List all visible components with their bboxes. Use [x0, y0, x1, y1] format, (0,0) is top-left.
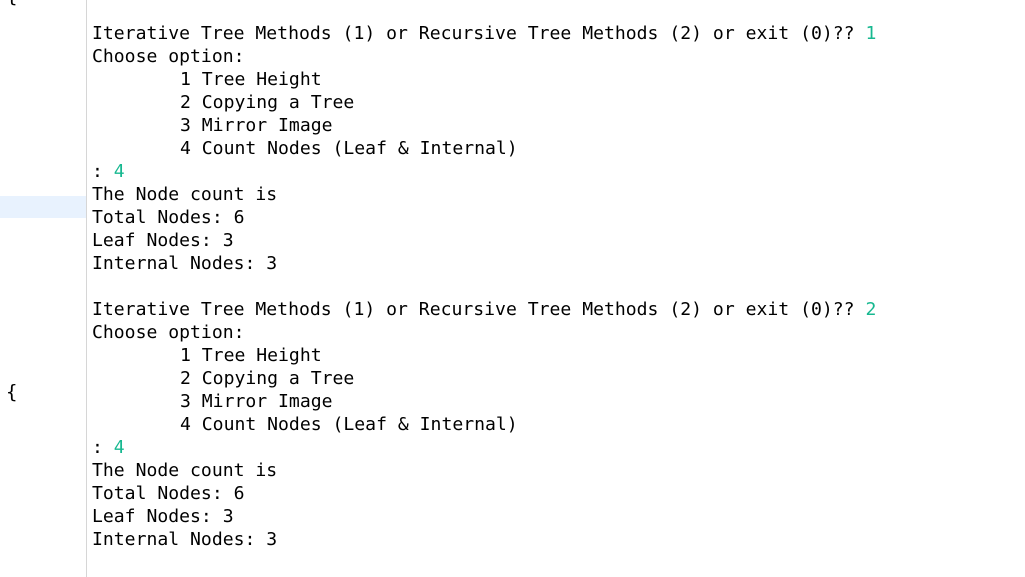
- result-line: Total Nodes: 6: [92, 483, 245, 504]
- user-input: 2: [865, 299, 877, 320]
- console-prompt-line: Iterative Tree Methods (1) or Recursive …: [92, 298, 1012, 321]
- result-line: Internal Nodes: 3: [92, 529, 278, 550]
- menu-option: 4 Count Nodes (Leaf & Internal): [180, 138, 518, 159]
- user-input: 4: [113, 161, 125, 182]
- prompt-text: Iterative Tree Methods (1) or Recursive …: [92, 23, 866, 44]
- menu-option: 4 Count Nodes (Leaf & Internal): [180, 414, 518, 435]
- code-brace-top: {: [6, 0, 17, 8]
- result-line: Total Nodes: 6: [92, 207, 245, 228]
- choose-option-label: Choose option:: [92, 46, 245, 67]
- menu-option: 2 Copying a Tree: [180, 368, 355, 389]
- result-line: The Node count is: [92, 184, 278, 205]
- option-prefix: :: [92, 437, 114, 458]
- console-output[interactable]: Iterative Tree Methods (1) or Recursive …: [92, 22, 1012, 551]
- menu-option: 1 Tree Height: [180, 69, 322, 90]
- result-line: The Node count is: [92, 460, 278, 481]
- result-line: Leaf Nodes: 3: [92, 230, 234, 251]
- current-line-highlight: [0, 196, 86, 218]
- result-line: Internal Nodes: 3: [92, 253, 278, 274]
- choose-option-label: Choose option:: [92, 322, 245, 343]
- user-input: 1: [865, 23, 877, 44]
- menu-option: 2 Copying a Tree: [180, 92, 355, 113]
- console-prompt-line: Iterative Tree Methods (1) or Recursive …: [92, 22, 1012, 45]
- menu-option: 1 Tree Height: [180, 345, 322, 366]
- menu-option: 3 Mirror Image: [180, 115, 333, 136]
- result-line: Leaf Nodes: 3: [92, 506, 234, 527]
- prompt-text: Iterative Tree Methods (1) or Recursive …: [92, 299, 866, 320]
- option-input-line: : 4: [92, 160, 1012, 183]
- editor-gutter: { {: [0, 0, 86, 577]
- option-input-line: : 4: [92, 436, 1012, 459]
- pane-divider[interactable]: [86, 0, 87, 577]
- option-prefix: :: [92, 161, 114, 182]
- menu-option: 3 Mirror Image: [180, 391, 333, 412]
- code-brace-middle: {: [6, 381, 18, 403]
- user-input: 4: [113, 437, 125, 458]
